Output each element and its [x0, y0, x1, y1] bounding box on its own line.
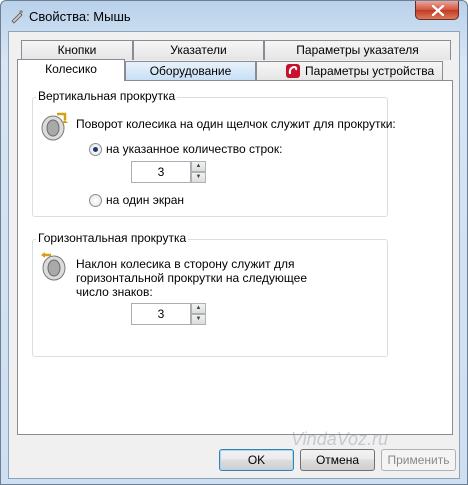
- horizontal-scroll-description-line1: Наклон колесика в сторону служит для: [76, 257, 295, 271]
- tab-label: Колесико: [45, 62, 97, 76]
- vertical-scroll-group: [32, 97, 388, 217]
- one-screen-radio[interactable]: [89, 194, 102, 207]
- horizontal-scroll-description-line2: горизонтальной прокрутки на следующее: [76, 271, 308, 285]
- lines-spin-up[interactable]: ▲: [191, 161, 206, 172]
- tab-hardware[interactable]: Оборудование: [125, 61, 256, 81]
- mouse-tilt-wheel-icon: [41, 252, 66, 281]
- tab-pointer-options[interactable]: Параметры указателя: [264, 40, 451, 60]
- lines-radio[interactable]: [89, 143, 102, 156]
- title-bar[interactable]: Свойства: Мышь: [1, 1, 467, 31]
- cancel-button[interactable]: Отмена: [300, 449, 375, 471]
- lines-radio-label[interactable]: на указанное количество строк:: [106, 142, 282, 156]
- window-title: Свойства: Мышь: [29, 9, 131, 24]
- one-screen-radio-label[interactable]: на один экран: [106, 193, 184, 207]
- horizontal-scroll-description-line3: число знаков:: [76, 285, 153, 299]
- chars-count-input[interactable]: 3: [131, 303, 191, 325]
- tab-buttons[interactable]: Кнопки: [21, 40, 133, 60]
- tab-wheel[interactable]: Колесико: [17, 59, 125, 81]
- tab-label: Параметры указателя: [296, 43, 419, 57]
- tab-label: Кнопки: [57, 43, 97, 57]
- tab-label: Параметры устройства: [305, 64, 435, 78]
- mouse-wheel-icon: [41, 112, 68, 141]
- vertical-scroll-group-label: Вертикальная прокрутка: [36, 89, 178, 103]
- tab-pointers[interactable]: Указатели: [133, 40, 264, 60]
- chars-spin-down[interactable]: ▼: [191, 314, 206, 325]
- lines-count-input[interactable]: 3: [131, 161, 191, 183]
- chars-spin-up[interactable]: ▲: [191, 303, 206, 314]
- mouse-app-icon: [11, 10, 23, 24]
- close-icon: [431, 5, 445, 16]
- close-button[interactable]: [415, 1, 459, 20]
- watermark-text: VindaVoz.ru: [291, 429, 389, 449]
- apply-button[interactable]: Применить: [381, 449, 456, 471]
- dialog-client-area: Кнопки Указатели Параметры указателя Кол…: [8, 31, 460, 479]
- synaptics-icon: [286, 64, 300, 78]
- wheel-tab-panel: Вертикальная прокрутка Поворот колесика …: [17, 80, 453, 435]
- tab-label: Оборудование: [149, 64, 232, 78]
- ok-button[interactable]: OK: [219, 449, 294, 471]
- horizontal-scroll-group-label: Горизонтальная прокрутка: [36, 231, 189, 245]
- vertical-scroll-description: Поворот колесика на один щелчок служит д…: [76, 117, 396, 131]
- mouse-properties-window: Свойства: Мышь Кнопки Указатели Параметр…: [0, 0, 468, 485]
- tab-device-settings[interactable]: Параметры устройства: [256, 61, 443, 81]
- lines-spin-down[interactable]: ▼: [191, 172, 206, 183]
- tab-label: Указатели: [170, 43, 227, 57]
